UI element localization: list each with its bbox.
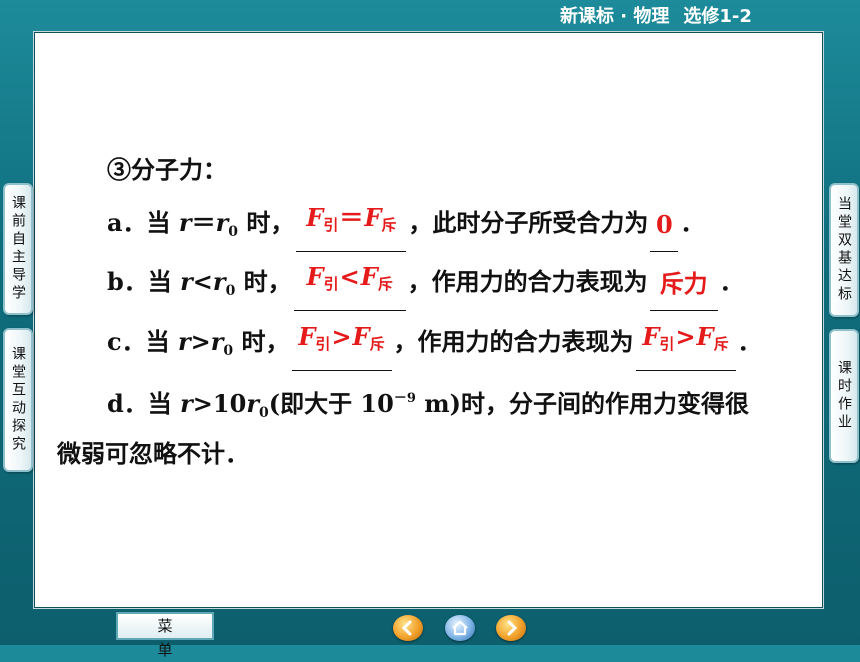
- tab-in-class-explore[interactable]: 课堂互动探究: [3, 328, 33, 472]
- menu-button[interactable]: 菜单: [116, 612, 214, 659]
- header-title: 新课标 · 物理 选修1-2: [560, 4, 856, 30]
- blank-c1: F引>F斥: [291, 322, 392, 371]
- blank-b1: F引<F斥: [293, 262, 406, 311]
- item-a: a．当 r＝r0 时， F引＝F斥 ，此时分子所受合力为 0 ．: [107, 203, 704, 252]
- item-d: d．当 r>10r0(即大于 10－9 m)时，分子间的作用力变得很: [107, 389, 749, 421]
- home-icon: [452, 620, 468, 636]
- answer-b2: 斥力: [659, 269, 708, 298]
- next-button[interactable]: [496, 615, 526, 641]
- blank-a1: F引＝F斥: [296, 203, 407, 252]
- blank-c2: F引>F斥: [635, 322, 736, 371]
- answer-c1: F引>F斥: [298, 322, 385, 353]
- arrow-right-icon: [507, 620, 518, 636]
- item-b: b．当 r<r0 时， F引<F斥 ，作用力的合力表现为 斥力．: [107, 262, 744, 311]
- blank-b2: 斥力: [649, 269, 718, 311]
- answer-a2: 0: [655, 210, 673, 239]
- prev-button[interactable]: [393, 615, 423, 641]
- answer-c2: F引>F斥: [642, 322, 729, 353]
- item-d-continued: 微弱可忽略不计．: [57, 439, 249, 468]
- arrow-left-icon: [401, 620, 412, 636]
- module-label: 选修1-2: [683, 6, 752, 27]
- tab-homework[interactable]: 课时作业: [829, 329, 859, 463]
- answer-a1: F引＝F斥: [306, 203, 397, 234]
- answer-b1: F引<F斥: [306, 262, 393, 293]
- blank-a2: 0: [650, 210, 679, 252]
- item-c: c．当 r>r0 时， F引>F斥 ，作用力的合力表现为 F引>F斥．: [107, 322, 762, 371]
- tab-in-class-practice[interactable]: 当堂双基达标: [829, 183, 859, 317]
- course-label: 新课标 · 物理: [560, 6, 670, 27]
- tab-pre-class-study[interactable]: 课前自主导学: [3, 183, 33, 315]
- home-button[interactable]: [445, 615, 475, 641]
- heading: ③分子力：: [107, 155, 227, 184]
